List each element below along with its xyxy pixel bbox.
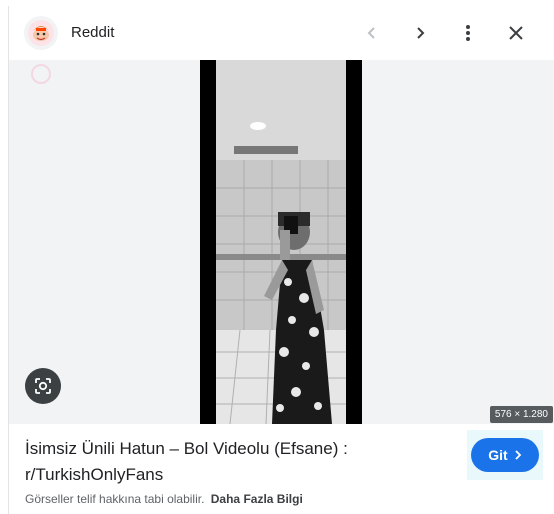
close-button[interactable] — [501, 18, 531, 48]
copyright-notice: Görseller telif hakkına tabi olabilir. D… — [25, 492, 303, 506]
source-name[interactable]: Reddit — [71, 24, 114, 41]
more-vert-icon — [466, 25, 470, 41]
faded-logo-icon — [29, 62, 53, 91]
reddit-logo-icon[interactable] — [24, 16, 58, 50]
next-button[interactable] — [405, 18, 435, 48]
preview-photo[interactable] — [200, 60, 362, 424]
go-button-container: Git — [467, 430, 543, 480]
lens-icon — [35, 378, 51, 394]
more-info-link[interactable]: Daha Fazla Bilgi — [211, 492, 303, 506]
image-viewer[interactable]: 576 × 1.280 — [9, 60, 554, 424]
go-button[interactable]: Git — [471, 438, 539, 472]
image-dimensions: 576 × 1.280 — [489, 406, 553, 423]
close-icon — [509, 26, 523, 40]
image-preview-panel: Reddit 576 × 1.280 İsimsiz Ünili Hatun –… — [8, 6, 554, 514]
result-title[interactable]: İsimsiz Ünili Hatun – Bol Videolu (Efsan… — [25, 436, 445, 488]
preview-header: Reddit — [9, 6, 554, 60]
chevron-right-icon — [417, 27, 425, 39]
previous-button[interactable] — [357, 18, 387, 48]
go-button-label: Git — [488, 447, 508, 463]
chevron-left-icon — [367, 27, 375, 39]
chevron-right-icon — [515, 450, 521, 460]
lens-search-button[interactable] — [25, 368, 61, 404]
copyright-text: Görseller telif hakkına tabi olabilir. — [25, 492, 205, 506]
more-options-button[interactable] — [453, 18, 483, 48]
